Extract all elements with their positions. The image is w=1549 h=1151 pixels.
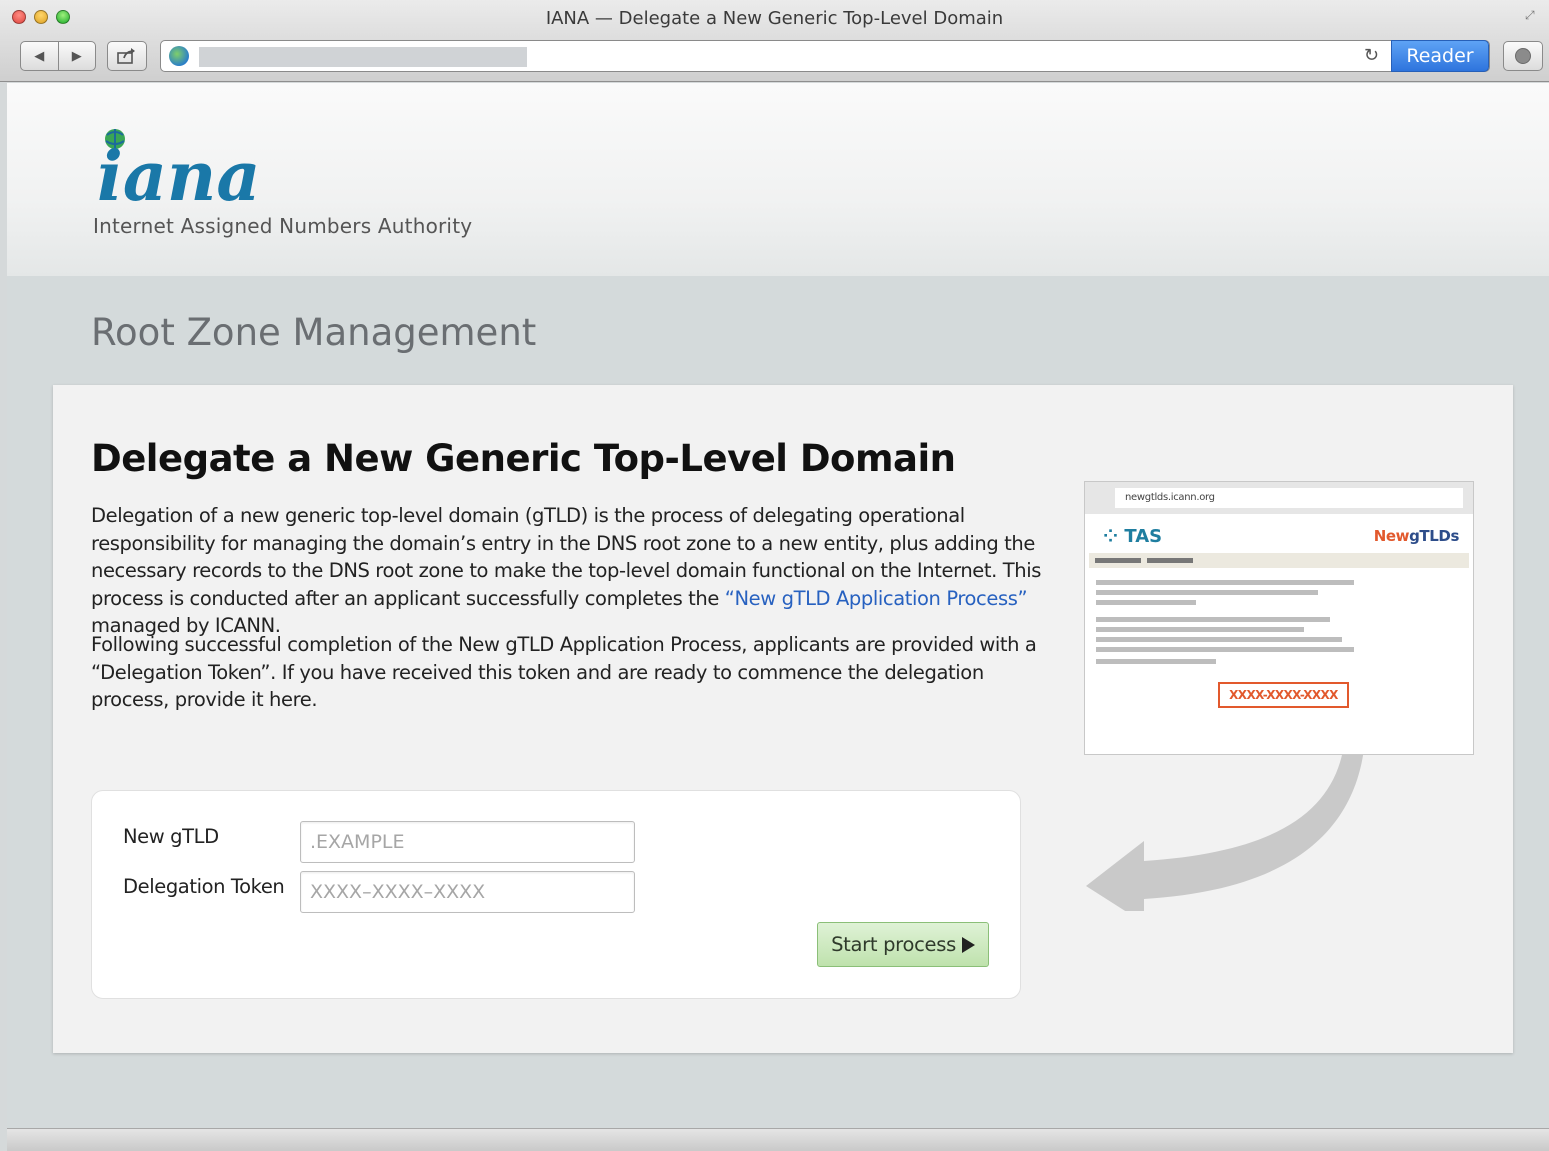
site-header: iana Internet Assigned Numbers Authority — [7, 83, 1549, 276]
mini-toolbar: newgtlds.icann.org — [1085, 482, 1473, 514]
page-content: iana Internet Assigned Numbers Authority… — [7, 83, 1549, 1128]
mini-text-line — [1096, 590, 1318, 595]
page-title: Delegate a New Generic Top-Level Domain — [91, 437, 956, 480]
delegation-token-input[interactable] — [300, 871, 635, 913]
section-title: Root Zone Management — [91, 311, 537, 354]
logo-subtitle: Internet Assigned Numbers Authority — [93, 214, 473, 238]
mini-nav-tab — [1095, 558, 1141, 563]
forward-button[interactable]: ▶ — [59, 42, 96, 70]
application-process-link[interactable]: “New gTLD Application Process” — [725, 587, 1028, 610]
fullscreen-icon[interactable]: ⤢ — [1525, 8, 1539, 22]
tas-screenshot: newgtlds.icann.org ⁘ TAS NewgTLDs XXXX-X… — [1084, 481, 1474, 755]
browser-toolbar: IANA — Delegate a New Generic Top-Level … — [0, 0, 1549, 82]
tas-logo: ⁘ TAS — [1103, 526, 1162, 547]
logo-text: iana — [97, 137, 260, 205]
mini-text-line — [1096, 647, 1354, 652]
delegation-card: Delegate a New Generic Top-Level Domain … — [53, 385, 1513, 1053]
window-title: IANA — Delegate a New Generic Top-Level … — [545, 8, 1004, 29]
start-process-label: Start process — [831, 933, 956, 956]
mini-text-line — [1096, 659, 1216, 664]
status-bar — [7, 1128, 1549, 1151]
back-arrow-icon: ◀ — [34, 48, 45, 63]
mini-nav-tab — [1147, 558, 1193, 563]
iana-logo[interactable]: iana — [93, 125, 293, 205]
downloads-icon — [1515, 48, 1531, 64]
newgtlds-new: New — [1373, 527, 1410, 545]
forward-arrow-icon: ▶ — [71, 48, 82, 63]
mini-text-line — [1096, 627, 1304, 632]
back-button[interactable]: ◀ — [21, 42, 59, 70]
mini-text-line — [1096, 600, 1196, 605]
share-button[interactable] — [107, 41, 147, 71]
url-field-redacted[interactable] — [199, 47, 527, 67]
token-instructions: Following successful completion of the N… — [91, 633, 1037, 711]
tas-label: TAS — [1124, 526, 1163, 547]
address-bar[interactable]: ↻ Reader — [160, 40, 1490, 72]
play-icon — [961, 936, 975, 953]
mini-text-line — [1096, 617, 1330, 622]
mini-text-line — [1096, 637, 1342, 642]
tas-grid-icon: ⁘ — [1103, 526, 1125, 547]
history-nav: ◀ ▶ — [20, 41, 96, 71]
delegation-form: New gTLD Delegation Token Start process — [91, 790, 1021, 999]
start-process-button[interactable]: Start process — [817, 922, 989, 967]
token-illustration: newgtlds.icann.org ⁘ TAS NewgTLDs XXXX-X… — [1084, 481, 1476, 911]
reload-icon[interactable]: ↻ — [1364, 45, 1379, 66]
newgtlds-logo: NewgTLDs — [1373, 527, 1460, 545]
newgtlds-gtlds: gTLDs — [1409, 527, 1459, 545]
intro-paragraph: Delegation of a new generic top-level do… — [91, 502, 1051, 640]
globe-icon — [169, 46, 189, 66]
share-icon — [117, 48, 135, 64]
gtld-input[interactable] — [300, 821, 635, 863]
browser-window: IANA — Delegate a New Generic Top-Level … — [0, 0, 1549, 1151]
token-label: Delegation Token — [123, 875, 285, 898]
mini-nav — [1089, 553, 1469, 568]
mini-url: newgtlds.icann.org — [1115, 488, 1463, 508]
mini-token-box: XXXX-XXXX-XXXX — [1218, 682, 1349, 708]
reader-button[interactable]: Reader — [1391, 40, 1489, 72]
downloads-button[interactable] — [1503, 41, 1543, 71]
gtld-label: New gTLD — [123, 825, 219, 848]
mini-text-line — [1096, 580, 1354, 585]
